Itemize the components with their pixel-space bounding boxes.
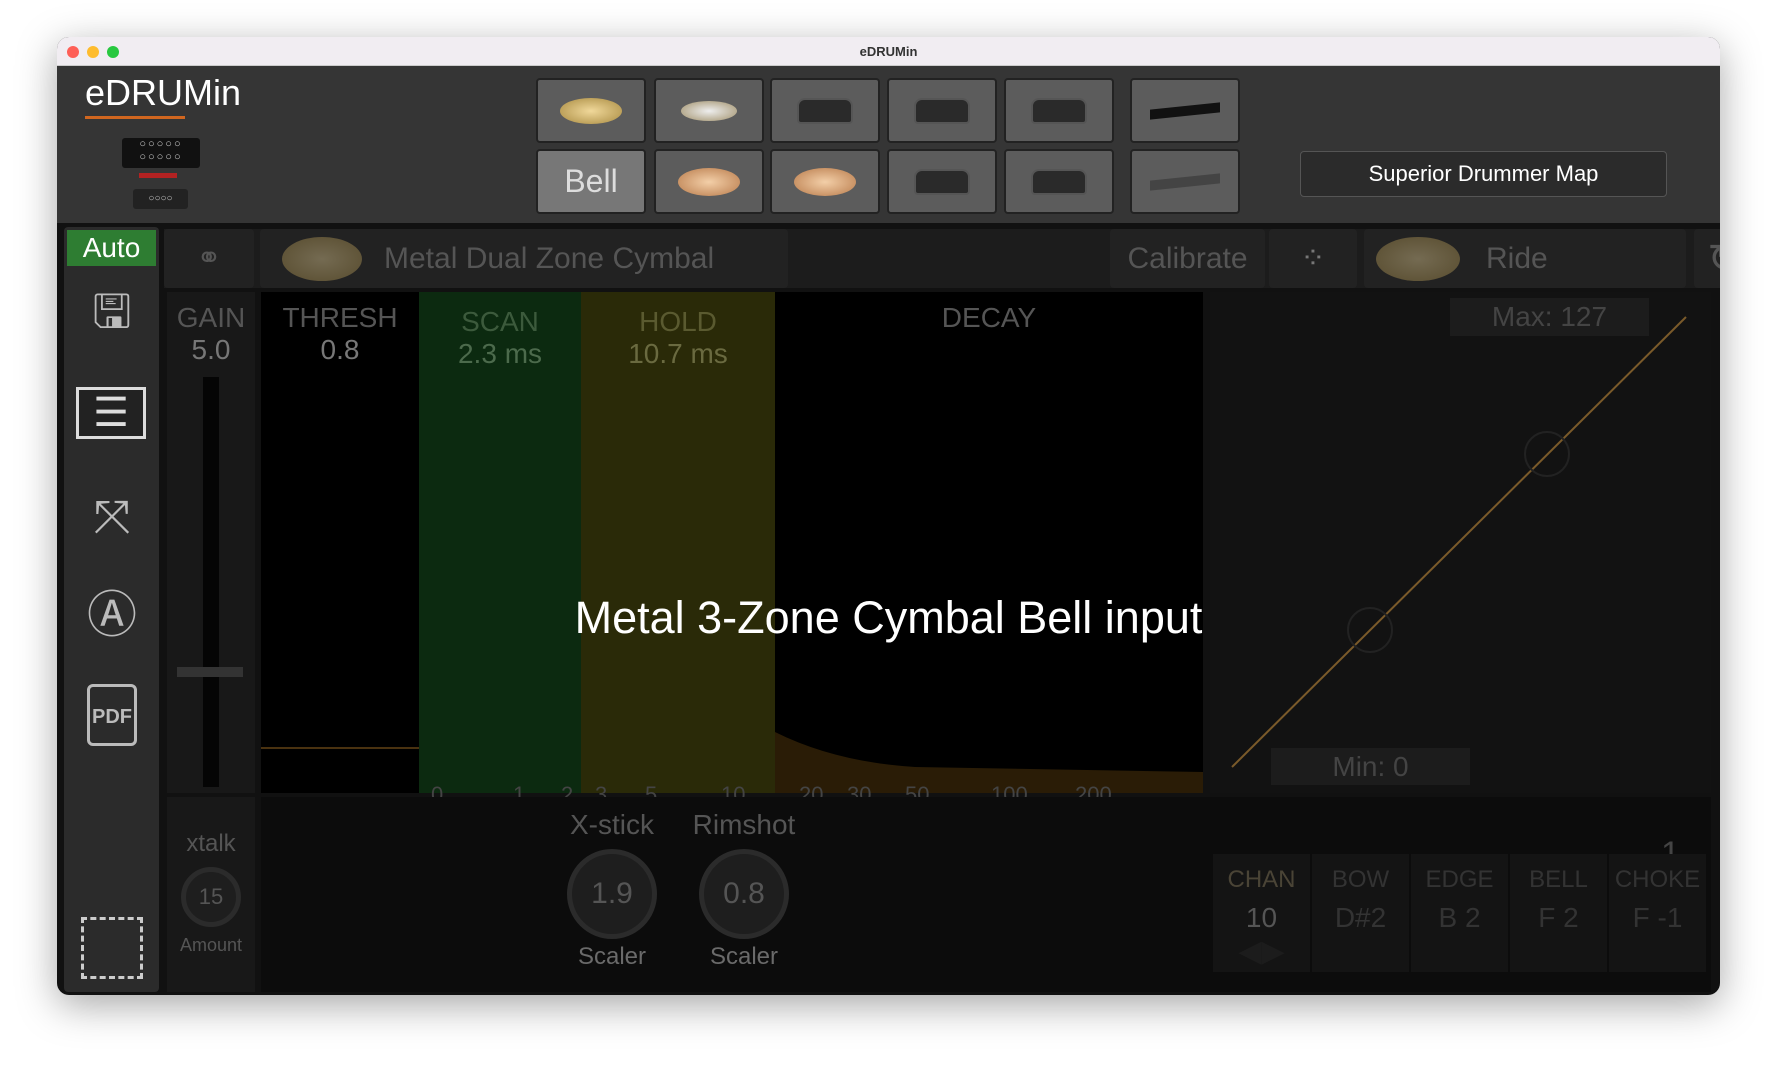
aux-jack-icon: ○○○○ [133,189,188,209]
drum-icon [1031,97,1087,124]
title-bar: eDRUMin [57,37,1720,66]
input-overlay-message: Metal 3-Zone Cymbal Bell input [574,592,1203,643]
curve-max[interactable]: Max: 127 [1450,298,1649,336]
midi-bow[interactable]: BOW D#2 [1312,854,1409,972]
pad-button-drum[interactable] [887,78,997,143]
xstick-scaler-knob[interactable]: 1.9 [567,849,657,939]
midi-label: BOW [1331,866,1390,893]
window-title: eDRUMin [859,44,918,59]
input-jacks-icon: ○○○○○ ○○○○○ [122,138,200,168]
xtalk-label: xtalk [186,830,236,857]
pedal-icon [1150,172,1220,191]
chan-arrows-icon[interactable]: ◀▶ [1213,934,1310,969]
rimshot-scaler-knob[interactable]: 0.8 [699,849,789,939]
list-icon[interactable]: ☰ [76,387,146,439]
pad-button-pedal[interactable] [1130,149,1240,214]
midi-choke[interactable]: CHOKE F -1 [1609,854,1706,972]
pad-button-bell[interactable]: Bell [536,149,646,214]
pad-button-drum[interactable] [887,149,997,214]
gain-value: 5.0 [191,334,231,365]
save-icon[interactable]: 🖫 [82,281,142,341]
link-icon[interactable]: ⚭ [164,229,254,288]
decay-curve [775,732,1203,793]
preset-selector[interactable]: Ride [1364,229,1686,288]
pad-button-pedal[interactable] [1130,78,1240,143]
pad-label: Bell [564,163,618,199]
logo-cable [85,116,185,119]
pad-type-label: Metal Dual Zone Cymbal [384,241,715,275]
midi-value: F 2 [1538,902,1579,933]
midi-label: BELL [1529,866,1588,893]
xtalk-amount-label: Amount [179,935,243,955]
decay-column[interactable]: DECAY [775,292,1203,793]
midi-value: F -1 [1632,902,1683,933]
rimshot-scaler-label: Scaler [709,943,779,970]
decay-label: DECAY [941,302,1037,333]
thresh-column[interactable]: THRESH 0.8 [261,292,419,793]
midi-value: B 2 [1438,902,1481,933]
gain-slider[interactable] [203,377,219,787]
gain-slider-handle[interactable] [177,667,243,677]
midi-label: CHOKE [1614,866,1701,893]
pdf-icon[interactable]: PDF [87,684,137,746]
drum-icon [914,97,970,124]
threshold-line [261,747,419,749]
cymbal-icon [678,167,740,196]
superior-drummer-map-button[interactable]: Superior Drummer Map [1300,151,1667,197]
midi-label: EDGE [1425,866,1494,893]
thresh-label: THRESH [282,302,398,333]
logo: eDRUMin [85,72,242,113]
kit-pieces-icon[interactable]: ⁘ [1269,229,1357,288]
scan-label: SCAN [461,306,539,337]
preset-label: Ride [1486,241,1548,275]
midi-edge[interactable]: EDGE B 2 [1411,854,1508,972]
cymbal-icon [1376,236,1460,281]
app-window: eDRUMin eDRUMin ○○○○○ ○○○○○ ○○○○ Bell Sup… [57,37,1720,995]
pedal-icon [1150,101,1220,120]
header: eDRUMin ○○○○○ ○○○○○ ○○○○ Bell Superior Dr… [57,66,1720,223]
drum-icon [1031,168,1087,195]
auto-button[interactable]: Auto [67,230,156,266]
hold-value: 10.7 ms [628,338,728,369]
active-indicator [139,173,177,178]
pad-type-selector[interactable]: Metal Dual Zone Cymbal [260,229,788,288]
cymbal-icon [794,167,856,196]
pad-button-drum[interactable] [1004,78,1114,143]
pad-button-ride-cymbal[interactable] [536,78,646,143]
gain-column: GAIN 5.0 [167,292,255,793]
velocity-curve-panel[interactable]: Max: 127 Min: 0 [1210,292,1711,793]
midi-label: CHAN [1227,866,1296,893]
midi-chan[interactable]: CHAN 10 ◀▶ [1213,854,1310,972]
drum-icon [797,97,853,124]
scan-value: 2.3 ms [457,338,543,369]
thresh-value: 0.8 [320,334,360,365]
hold-column[interactable]: HOLD 10.7 ms [581,292,775,793]
chip-icon[interactable] [81,917,143,979]
pad-button-crash-1[interactable] [654,149,764,214]
curve-min[interactable]: Min: 0 [1271,748,1470,785]
xtalk-amount-knob[interactable]: 15 [181,867,241,927]
rimshot-label: Rimshot [692,809,796,840]
pad-button-drum[interactable] [1004,149,1114,214]
refresh-icon[interactable]: ↻ [1694,229,1720,288]
pad-button-hihat[interactable] [654,78,764,143]
scan-column[interactable]: SCAN 2.3 ms [419,292,581,793]
hold-label: HOLD [639,306,717,337]
drum-icon [914,168,970,195]
move-arrows-icon[interactable]: ⤧ [82,486,142,546]
velocity-curve [1231,316,1687,768]
pad-button-drum[interactable] [770,78,880,143]
midi-value: D#2 [1334,902,1387,933]
cymbal-icon [560,97,622,124]
cymbal-icon [681,100,737,121]
cymbal-icon [282,236,362,281]
midi-bell[interactable]: BELL F 2 [1510,854,1607,972]
midi-value: 10 [1245,902,1278,933]
gain-label: GAIN [176,302,246,333]
info-bar: ⚭ Metal Dual Zone Cymbal Calibrate ⁘ Rid… [164,229,1720,288]
calibrate-button[interactable]: Calibrate [1110,229,1265,288]
pad-button-crash-2[interactable] [770,149,880,214]
xtalk-column: xtalk 15 Amount [167,797,255,992]
